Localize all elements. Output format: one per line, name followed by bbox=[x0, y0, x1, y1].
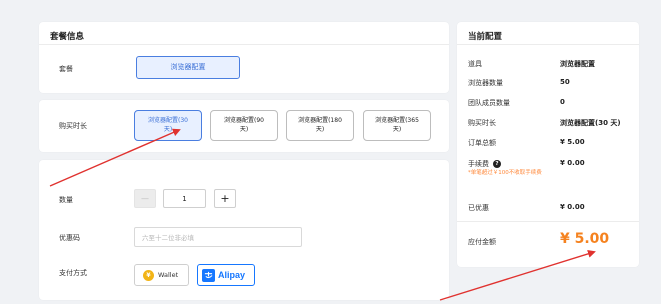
summary-order-total-value: ¥ 5.00 bbox=[560, 138, 585, 146]
package-info-card: 套餐信息 套餐 浏览器配置 bbox=[39, 22, 449, 93]
coupon-label: 优惠码 bbox=[59, 234, 80, 242]
payable-amount-value: ¥ 5.00 bbox=[560, 231, 610, 247]
summary-browser-count-label: 浏览器数量 bbox=[468, 79, 503, 87]
summary-browser-count-value: 50 bbox=[560, 78, 570, 86]
duration-option-30[interactable]: 浏览器配置(30 天) bbox=[134, 110, 202, 141]
summary-discount-label: 已优惠 bbox=[468, 204, 489, 212]
quantity-input[interactable]: 1 bbox=[163, 189, 206, 208]
current-config-card: 当前配置 道具 浏览器配置 浏览器数量 50 团队成员数量 0 购买时长 浏览器… bbox=[457, 22, 639, 267]
coupon-input[interactable]: 六至十二位非必填 bbox=[134, 227, 302, 247]
payment-wallet-button[interactable]: ¥ Wallet bbox=[134, 264, 189, 286]
summary-item-label: 道具 bbox=[468, 60, 482, 68]
current-config-title: 当前配置 bbox=[468, 32, 503, 42]
summary-order-total-label: 订单总额 bbox=[468, 139, 496, 147]
quantity-plus-button[interactable]: + bbox=[214, 189, 236, 208]
summary-fee-label: 手续费 ? bbox=[468, 159, 501, 169]
wallet-label: Wallet bbox=[158, 271, 179, 279]
duration-option-30-text: 浏览器配置(30 天) bbox=[148, 116, 188, 133]
duration-option-90[interactable]: 浏览器配置(90 天) bbox=[210, 110, 278, 141]
summary-divider-bottom bbox=[457, 221, 639, 222]
summary-item-value: 浏览器配置 bbox=[560, 60, 595, 68]
package-label: 套餐 bbox=[59, 65, 73, 73]
duration-card: 购买时长 浏览器配置(30 天) 浏览器配置(90 天) 浏览器配置(180 天) 浏… bbox=[39, 100, 449, 152]
summary-team-members-value: 0 bbox=[560, 98, 565, 106]
alipay-logo-icon bbox=[202, 268, 215, 282]
summary-duration-value: 浏览器配置(30 天) bbox=[560, 119, 621, 127]
duration-option-180[interactable]: 浏览器配置(180 天) bbox=[286, 110, 354, 141]
payable-amount-label: 应付金额 bbox=[468, 238, 496, 246]
summary-team-members-label: 团队成员数量 bbox=[468, 99, 510, 107]
duration-option-180-text: 浏览器配置(180 天) bbox=[298, 116, 342, 133]
fee-note: *单笔超过￥100不收取手续费 bbox=[468, 170, 542, 176]
duration-option-90-text: 浏览器配置(90 天) bbox=[224, 116, 264, 133]
duration-option-365[interactable]: 浏览器配置(365 天) bbox=[363, 110, 431, 141]
alipay-label: Alipay bbox=[218, 270, 246, 280]
summary-divider-top bbox=[457, 44, 639, 45]
duration-label: 购买时长 bbox=[59, 122, 87, 130]
payment-alipay-button[interactable]: Alipay bbox=[197, 264, 255, 286]
fee-help-icon[interactable]: ? bbox=[493, 160, 501, 168]
summary-fee-label-text: 手续费 bbox=[468, 160, 489, 168]
summary-duration-label: 购买时长 bbox=[468, 119, 496, 127]
quantity-label: 数量 bbox=[59, 196, 73, 204]
summary-fee-value: ¥ 0.00 bbox=[560, 159, 585, 167]
package-info-divider bbox=[39, 44, 449, 45]
summary-discount-value: ¥ 0.00 bbox=[560, 203, 585, 211]
order-options-card: 数量 — 1 + 优惠码 六至十二位非必填 支付方式 ¥ Wallet Alip… bbox=[39, 160, 449, 300]
wallet-coin-icon: ¥ bbox=[143, 269, 154, 281]
package-option-browser-config[interactable]: 浏览器配置 bbox=[136, 56, 240, 79]
payment-method-label: 支付方式 bbox=[59, 269, 87, 277]
package-info-title: 套餐信息 bbox=[50, 32, 85, 42]
duration-option-365-text: 浏览器配置(365 天) bbox=[375, 116, 419, 133]
quantity-minus-button[interactable]: — bbox=[134, 189, 156, 208]
